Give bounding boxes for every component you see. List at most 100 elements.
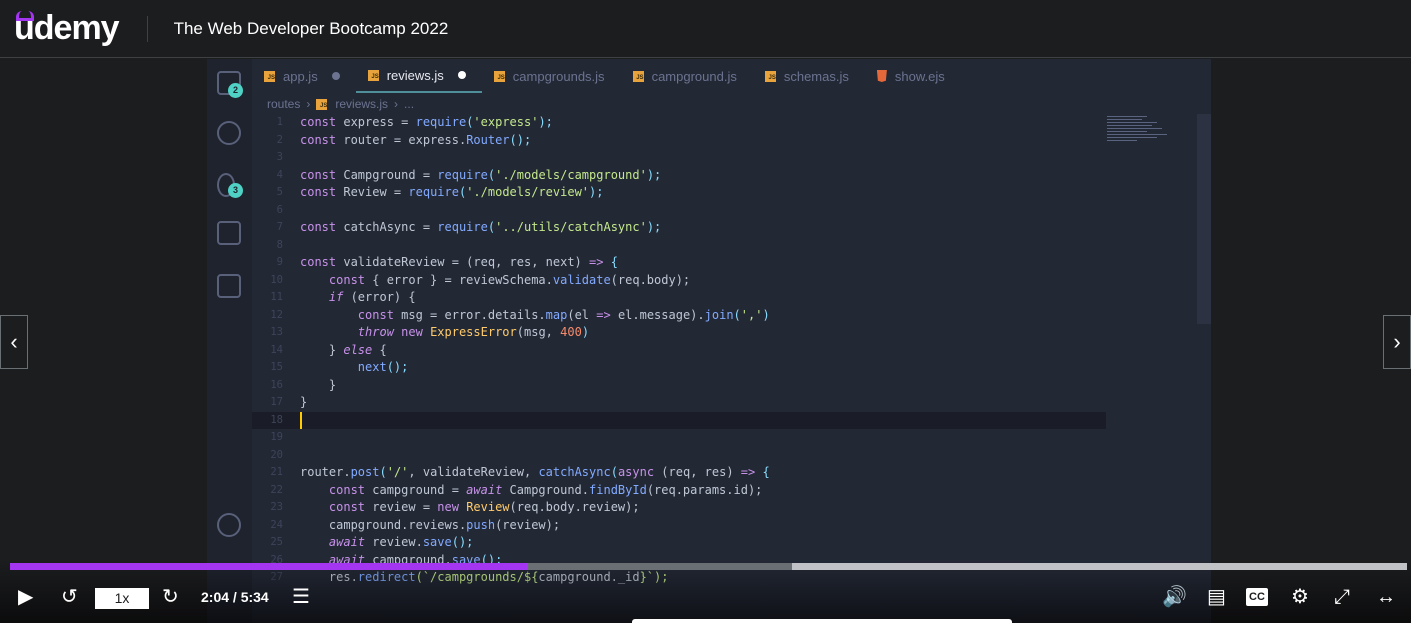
fullscreen-icon[interactable]: ⤢	[1334, 585, 1350, 609]
code-token: router = express.	[343, 132, 467, 147]
line-number: 15	[270, 361, 283, 373]
video-player[interactable]: 2 3 JS app.js JS reviews.js JS campgrounds.js…	[0, 59, 1411, 623]
breadcrumb-more: ...	[404, 97, 415, 111]
code-token: map	[545, 307, 568, 322]
captions-icon[interactable]: CC	[1246, 588, 1268, 606]
line-number: 17	[270, 396, 283, 408]
play-icon[interactable]: ▶	[18, 585, 33, 609]
settings-icon[interactable]: ⚙	[1291, 585, 1309, 609]
playback-speed-button[interactable]: 1x	[95, 588, 149, 609]
code-token: campground.reviews.	[300, 517, 467, 532]
code-token: (	[487, 220, 496, 234]
text-cursor	[300, 411, 302, 429]
html5-file-icon	[876, 70, 887, 82]
code-token: (	[379, 465, 387, 479]
add-note-icon[interactable]: ☰	[292, 585, 310, 609]
code-token: }	[300, 342, 344, 357]
js-file-icon: JS	[632, 70, 644, 82]
code-token: {	[762, 465, 770, 479]
modified-dot-icon[interactable]	[331, 72, 340, 80]
code-token: (	[733, 307, 741, 322]
transcript-icon[interactable]: ▤	[1207, 585, 1226, 609]
udemy-logo[interactable]: udemy	[14, 9, 120, 48]
code-token: 'express'	[473, 115, 539, 129]
line-number: 2	[276, 133, 283, 146]
code-token: (req, res)	[661, 465, 741, 479]
header: udemy The Web Developer Bootcamp 2022	[0, 0, 1411, 58]
line-number: 20	[270, 448, 283, 461]
forward-icon[interactable]: ↻	[162, 585, 179, 609]
code-token: Review =	[343, 185, 409, 199]
code-token: './models/campground'	[495, 167, 647, 182]
code-line: 13 throw new ExpressError (msg, 400)	[252, 324, 1106, 342]
code-token: const	[300, 115, 344, 129]
code-token: validate	[552, 272, 611, 287]
code-token: }	[300, 395, 308, 409]
code-line: 20	[252, 447, 1106, 465]
progress-bar[interactable]	[10, 563, 1407, 570]
chevron-right-icon: ›	[306, 97, 311, 111]
divider	[146, 15, 148, 42]
code-token: )	[762, 307, 770, 322]
line-number: 9	[276, 256, 283, 268]
code-token: ();	[451, 535, 474, 549]
tab-schemas-js[interactable]: JS schemas.js	[753, 59, 865, 93]
breadcrumb-file: reviews.js	[335, 97, 389, 111]
code-token: Campground =	[343, 167, 438, 182]
tab-campgrounds-js[interactable]: JS campgrounds.js	[482, 59, 621, 93]
code-token: { error } = reviewSchema.	[372, 272, 553, 287]
account-icon	[217, 513, 241, 537]
activity-bar: 2 3	[207, 59, 252, 623]
previous-lecture-button[interactable]: ‹	[0, 315, 28, 369]
line-number: 23	[270, 501, 283, 513]
code-line: 21 router. post('/', validateReview, catch…	[252, 464, 1106, 482]
code-token: review =	[372, 500, 438, 514]
js-file-icon: JS	[764, 70, 776, 82]
code-token: (msg,	[516, 325, 561, 339]
rewind-icon[interactable]: ↺	[61, 585, 78, 609]
line-number: 18	[270, 413, 283, 426]
line-number: 19	[270, 431, 283, 443]
code-line: 19	[252, 429, 1106, 447]
code-token: =>	[740, 465, 763, 479]
code-token: require	[415, 115, 467, 129]
tooltip-edge	[632, 619, 1012, 623]
code-token: const	[300, 167, 344, 182]
tab-app-js[interactable]: JS app.js	[252, 59, 356, 93]
run-debug-icon	[217, 221, 241, 245]
tab-reviews-js[interactable]: JS reviews.js	[355, 59, 482, 93]
course-title: The Web Developer Bootcamp 2022	[173, 18, 449, 38]
code-line: 11 if (error) {	[252, 289, 1106, 307]
tab-label: campgrounds.js	[512, 68, 605, 84]
code-line: 10 const { error } = reviewSchema. valida…	[252, 272, 1106, 290]
volume-icon[interactable]: 🔊	[1162, 585, 1187, 609]
code-line: 14 } else {	[252, 342, 1106, 360]
code-token: '../utils/catchAsync'	[495, 220, 647, 234]
code-token: save	[422, 535, 452, 549]
code-token: const	[300, 255, 344, 269]
code-token: const	[300, 185, 344, 199]
editor-tabs: JS app.js JS reviews.js JS campgrounds.js JS ca…	[252, 59, 1211, 93]
tab-campground-js[interactable]: JS campground.js	[621, 59, 753, 93]
modified-dot-icon[interactable]	[457, 71, 466, 79]
vscode-screen: 2 3 JS app.js JS reviews.js JS campgrounds.js…	[207, 59, 1211, 623]
player-controls: ▶ ↺ 1x ↻ 2:04 / 5:34 ☰ 🔊 ▤ CC ⚙ ⤢ ↔	[0, 559, 1411, 623]
expand-icon[interactable]: ↔	[1376, 585, 1396, 609]
code-token: review.	[372, 535, 423, 549]
tab-show-ejs[interactable]: show.ejs	[865, 59, 961, 93]
code-token: (	[466, 115, 474, 129]
code-token: next	[300, 360, 387, 374]
played-bar	[10, 563, 527, 570]
code-token: Campground.	[509, 482, 590, 497]
tab-label: reviews.js	[386, 67, 444, 83]
search-icon	[217, 121, 241, 145]
js-file-icon: JS	[264, 70, 275, 82]
js-file-icon: JS	[367, 69, 379, 81]
line-number: 22	[270, 483, 283, 496]
code-token: =>	[589, 255, 611, 269]
next-lecture-button[interactable]: ›	[1383, 315, 1411, 369]
code-line: 16 }	[252, 377, 1106, 395]
line-number: 3	[276, 151, 283, 163]
code-token: const	[300, 132, 344, 147]
code-token: msg = error.details.	[401, 307, 546, 322]
